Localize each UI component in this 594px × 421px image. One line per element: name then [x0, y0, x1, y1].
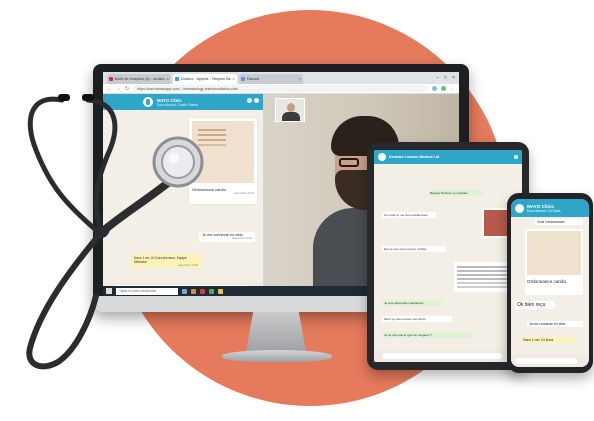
- message-text: Ok bien reçu: [517, 302, 546, 308]
- message-bubble: Merci je vous envoie une photo: [382, 316, 452, 322]
- video-call-icon[interactable]: [514, 155, 518, 159]
- extension-icon[interactable]: [441, 86, 446, 91]
- tablet-screen: Dermato Linostic Medical Ltd Bonjour Doc…: [374, 150, 522, 362]
- message-bubble: Est-ce que vous pouvez m'aider: [382, 246, 446, 252]
- self-view-head: [287, 103, 295, 112]
- video-call-icon[interactable]: [247, 98, 252, 103]
- discord-icon: [241, 77, 245, 81]
- close-window-icon[interactable]: ×: [452, 75, 455, 81]
- prescription-thumbnail[interactable]: [527, 231, 581, 275]
- maximize-icon[interactable]: □: [444, 75, 447, 81]
- close-icon[interactable]: ×: [299, 76, 301, 81]
- window-controls: – □ ×: [436, 75, 459, 84]
- message-bubble: Je me connecte en visio: [527, 321, 583, 327]
- note-bubble: Dans 1 mn. Dr Dora: [521, 337, 575, 343]
- message-bubble: Voici l'ordonnance: [535, 219, 583, 225]
- tablet-chat-header: Dermato Linostic Medical Ltd: [374, 150, 522, 164]
- contact-name: Dermato Linostic Medical Ltd: [389, 155, 440, 159]
- phone-screen: MAYO Clinic Dora Almoni, Ca Dans Voici l…: [511, 199, 589, 367]
- contact-avatar[interactable]: [378, 153, 386, 161]
- message-bubble: Je ne vois pas le type de rougeurs ?: [382, 332, 472, 338]
- document-caption: Ordonnance cardio: [527, 279, 567, 284]
- stethoscope-illustration: [26, 94, 204, 370]
- browser-tab[interactable]: Discord ×: [239, 74, 303, 84]
- document-message[interactable]: Ordonnance cardio: [525, 229, 583, 295]
- message-bubble: Je suis disponible maintenant: [382, 300, 442, 306]
- message-bubble: Ce matin je me suis réveillé avec: [382, 212, 436, 218]
- message-composer[interactable]: [374, 350, 522, 362]
- message-composer[interactable]: [511, 355, 589, 367]
- message-bubble: Bonjour Docteur, je voudrais: [428, 190, 484, 196]
- tab-label: Discord: [247, 77, 260, 81]
- contact-status: Dora Almoni, Ca Dans: [527, 208, 561, 213]
- tablet-device: Dermato Linostic Medical Ltd Bonjour Doc…: [367, 142, 529, 370]
- minimize-icon[interactable]: –: [436, 75, 439, 81]
- contact-avatar[interactable]: [515, 204, 524, 213]
- monitor-stand: [246, 312, 306, 352]
- message-bubble: Ok bien reçu: [515, 301, 555, 309]
- self-view-body: [282, 112, 300, 121]
- phone-device: MAYO Clinic Dora Almoni, Ca Dans Voici l…: [507, 193, 593, 373]
- phone-call-icon[interactable]: [254, 98, 259, 103]
- self-view-thumbnail[interactable]: [275, 98, 305, 122]
- extension-icon[interactable]: [432, 86, 437, 91]
- phone-chat-header: MAYO Clinic Dora Almoni, Ca Dans: [511, 199, 589, 217]
- menu-icon[interactable]: ⋮: [450, 86, 455, 92]
